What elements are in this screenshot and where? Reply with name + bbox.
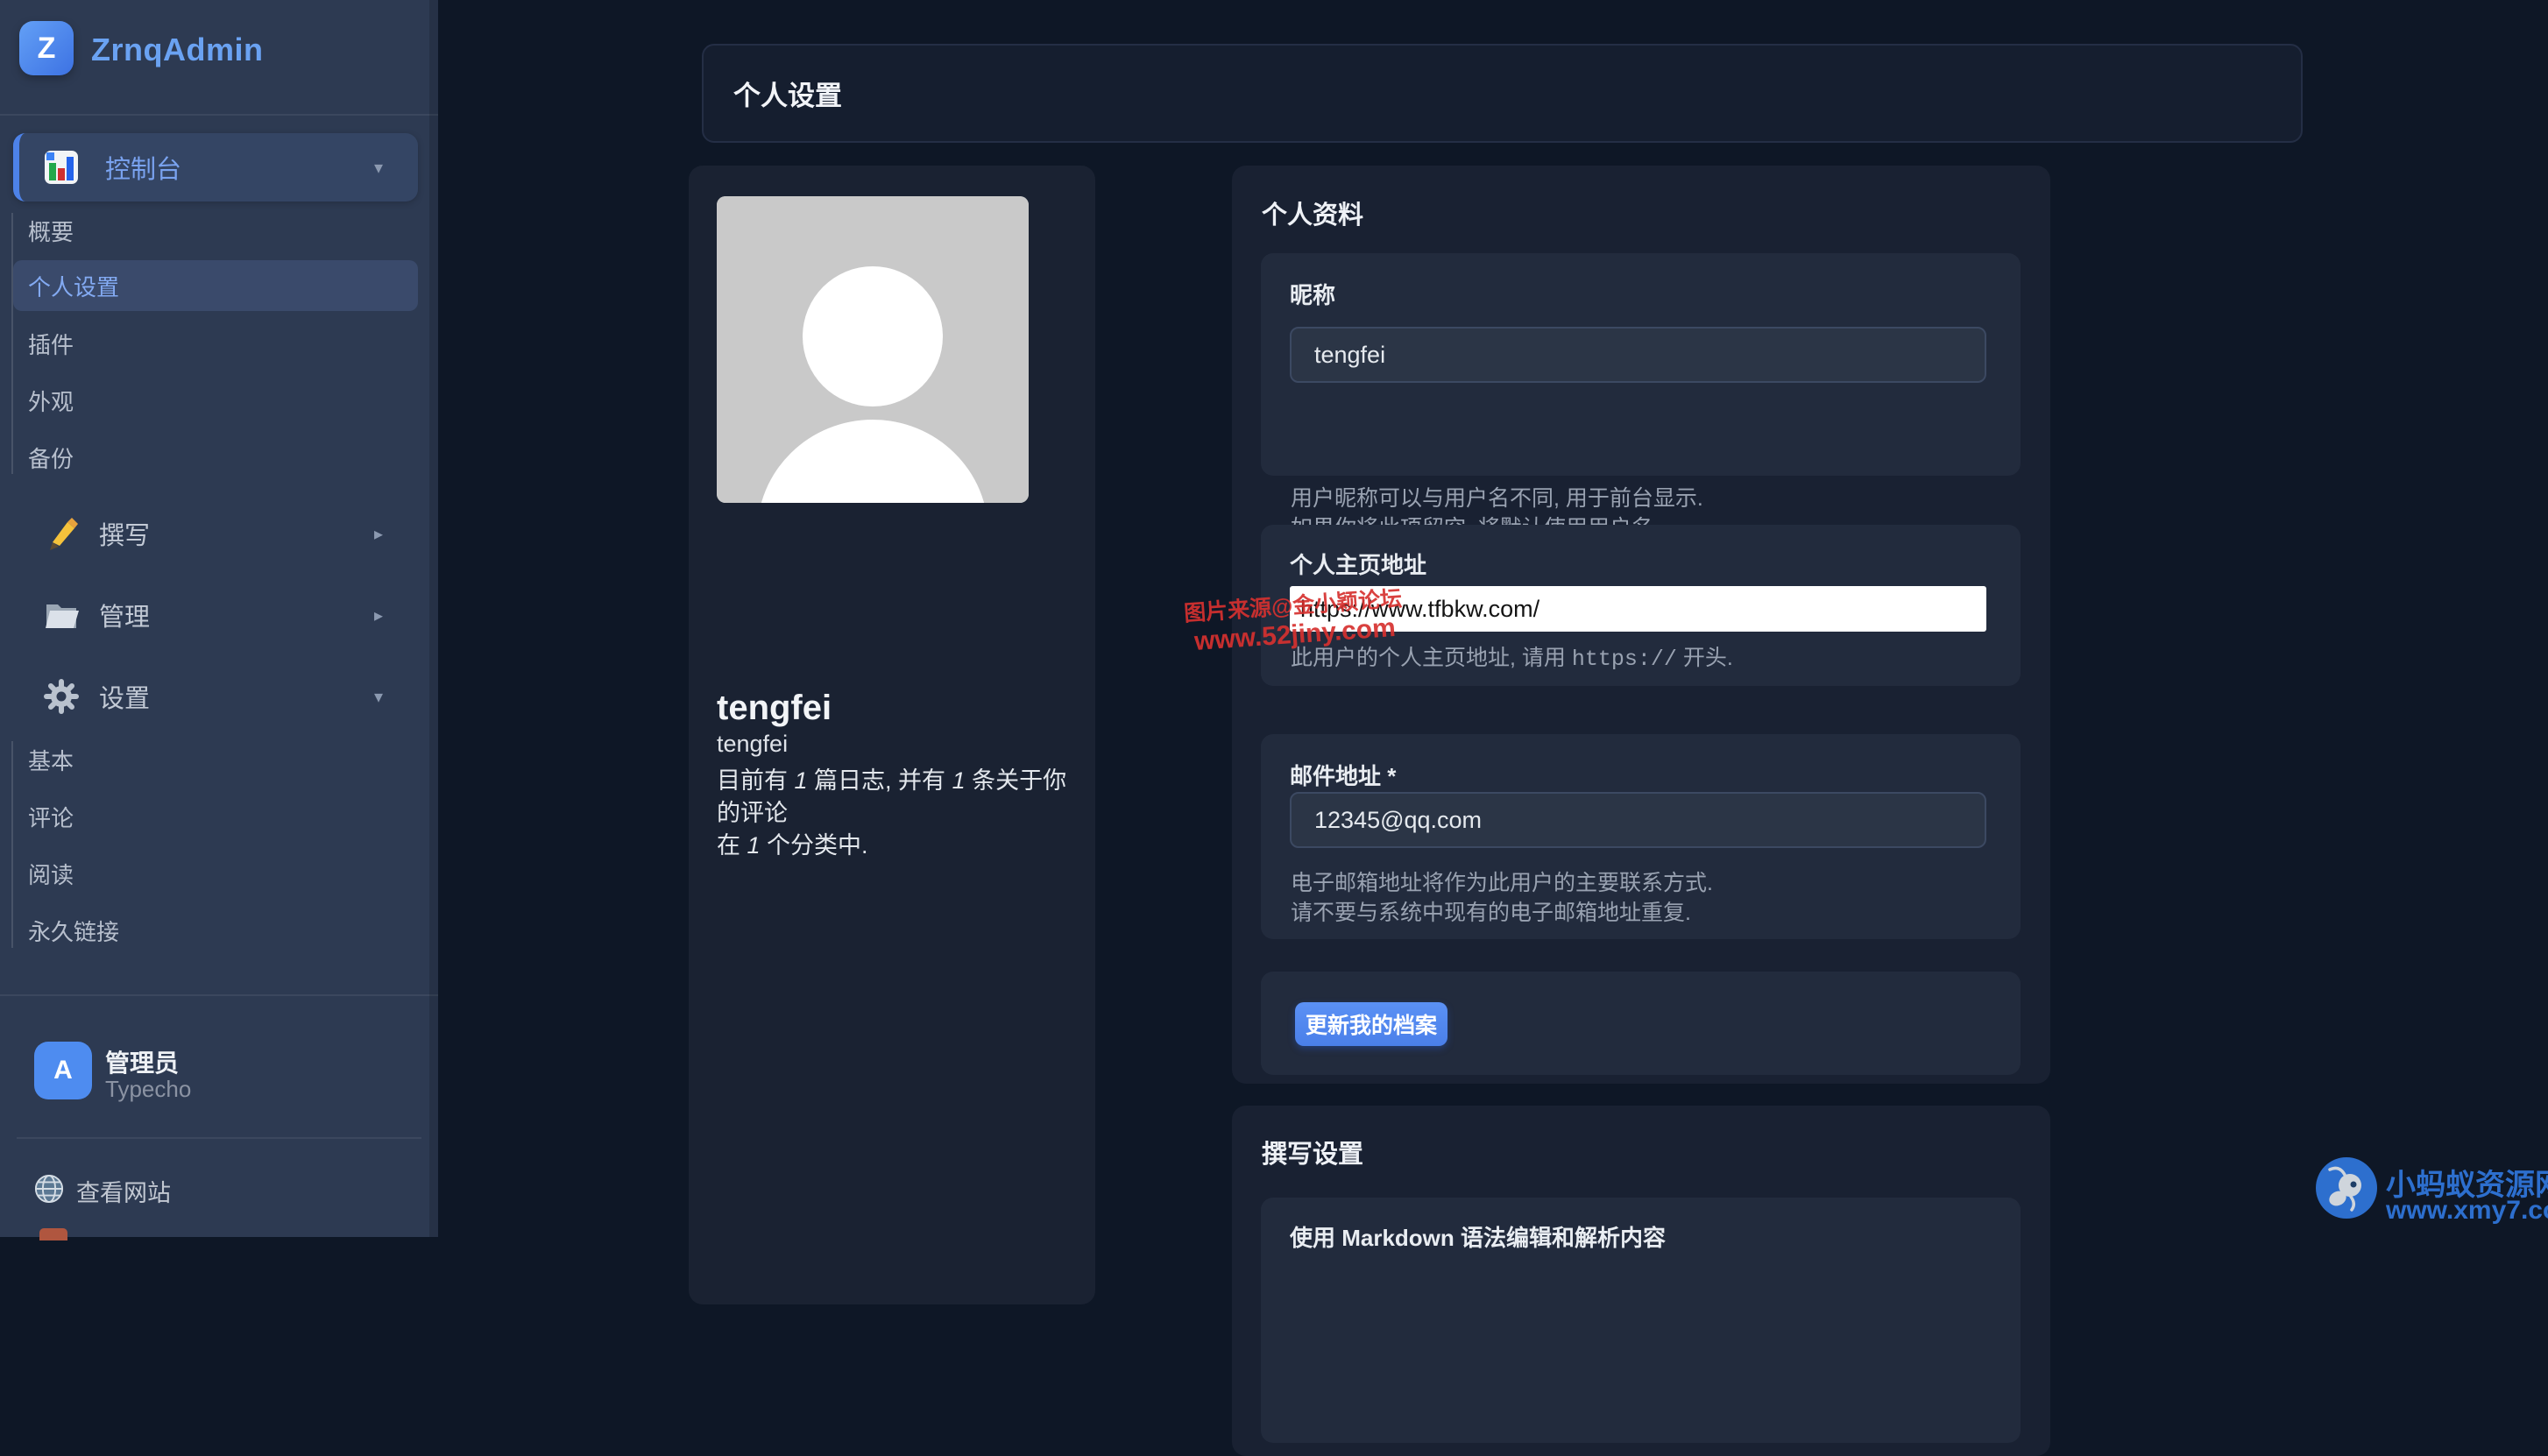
- sidebar-item-appearance[interactable]: 外观: [13, 375, 418, 426]
- view-site-label: 查看网站: [76, 1174, 171, 1208]
- profile-display-name: tengfei: [717, 689, 832, 728]
- pencil-icon: [42, 514, 81, 553]
- divider: [0, 994, 438, 996]
- brand-logo-letter: Z: [38, 32, 56, 66]
- sidebar-group-console[interactable]: 控制台 ▾: [13, 133, 418, 201]
- section-heading-profile: 个人资料: [1262, 194, 1363, 231]
- homepage-help-code: https://: [1572, 647, 1677, 672]
- folder-icon: [42, 596, 81, 634]
- email-help-2: 请不要与系统中现有的电子邮箱地址重复.: [1291, 895, 1691, 927]
- stats-count-posts: 1: [795, 767, 808, 794]
- chevron-down-icon: ▾: [374, 157, 383, 179]
- avatar: A: [34, 1042, 92, 1099]
- homepage-help: 此用户的个人主页地址, 请用 https:// 开头.: [1291, 640, 1733, 672]
- page-header-card: 个人设置: [702, 44, 2303, 143]
- profile-username: tengfei: [717, 731, 788, 758]
- divider: [17, 1137, 421, 1139]
- email-label: 邮件地址 *: [1290, 759, 1396, 791]
- sidebar-item-label: 永久链接: [28, 915, 119, 947]
- sidebar-item-plugins[interactable]: 插件: [13, 318, 418, 369]
- page-title: 个人设置: [733, 74, 842, 113]
- sidebar-group-label: 管理: [99, 597, 150, 633]
- sidebar-item-label: 基本: [28, 744, 74, 776]
- homepage-label: 个人主页地址: [1290, 548, 1426, 580]
- homepage-field-card: 个人主页地址 此用户的个人主页地址, 请用 https:// 开头.: [1261, 525, 2021, 686]
- sidebar-group-label: 控制台: [105, 149, 181, 186]
- submit-card: 更新我的档案: [1261, 972, 2021, 1075]
- sidebar-group-manage[interactable]: 管理 ▸: [13, 581, 418, 649]
- sidebar-item-label: 外观: [28, 385, 74, 417]
- bar-chart-icon: [42, 148, 81, 187]
- gear-icon: [42, 677, 81, 716]
- sidebar-item-label: 个人设置: [28, 270, 119, 302]
- logout-icon[interactable]: [39, 1228, 67, 1240]
- nickname-label: 昵称: [1290, 278, 1335, 310]
- stats-text: 目前有: [717, 767, 795, 794]
- nickname-help-1: 用户昵称可以与用户名不同, 用于前台显示.: [1291, 481, 1703, 512]
- sidebar-group-settings[interactable]: 设置 ▾: [13, 662, 418, 731]
- sidebar-item-label: 阅读: [28, 858, 74, 890]
- stats-count-comments: 1: [952, 767, 966, 794]
- markdown-field-card: 使用 Markdown 语法编辑和解析内容: [1261, 1198, 2021, 1443]
- email-help-1: 电子邮箱地址将作为此用户的主要联系方式.: [1291, 866, 1713, 897]
- watermark-site: 小蚂蚁资源网 www.xmy7.com: [2316, 1157, 2377, 1223]
- sidebar-item-basic[interactable]: 基本: [13, 734, 418, 785]
- sidebar-item-label: 备份: [28, 442, 74, 474]
- sidebar-item-label: 概要: [28, 215, 74, 247]
- sidebar-item-reading[interactable]: 阅读: [13, 848, 418, 899]
- view-site-link[interactable]: 查看网站: [34, 1174, 171, 1208]
- stats-text: 在: [717, 832, 747, 859]
- nickname-field-card: 昵称 用户昵称可以与用户名不同, 用于前台显示. 如果你将此项留空, 将默认使用…: [1261, 253, 2021, 476]
- homepage-input[interactable]: [1290, 586, 1986, 632]
- chevron-right-icon: ▸: [374, 523, 383, 545]
- sidebar-item-backup[interactable]: 备份: [13, 432, 418, 483]
- sidebar-item-personal-settings[interactable]: 个人设置: [13, 260, 418, 311]
- section-heading-writing: 撰写设置: [1262, 1134, 1363, 1170]
- sidebar-item-comments[interactable]: 评论: [13, 791, 418, 842]
- sidebar-item-permalinks[interactable]: 永久链接: [13, 905, 418, 956]
- sidebar: Z ZrnqAdmin 控制台 ▾ 概要 个人设置 插件 外观 备份: [0, 0, 438, 1237]
- profile-stats: 目前有 1 篇日志, 并有 1 条关于你的评论 在 1 个分类中.: [717, 765, 1076, 862]
- stats-text: 篇日志, 并有: [808, 767, 952, 794]
- sidebar-scrollbar[interactable]: [429, 0, 438, 1237]
- email-field-card: 邮件地址 * 电子邮箱地址将作为此用户的主要联系方式. 请不要与系统中现有的电子…: [1261, 734, 2021, 939]
- email-input[interactable]: [1290, 792, 1986, 848]
- user-platform: Typecho: [105, 1076, 191, 1103]
- avatar-letter: A: [53, 1056, 73, 1085]
- sidebar-item-label: 插件: [28, 328, 74, 360]
- writing-settings-panel: 撰写设置 使用 Markdown 语法编辑和解析内容: [1232, 1106, 2050, 1456]
- profile-form-panel: 个人资料 昵称 用户昵称可以与用户名不同, 用于前台显示. 如果你将此项留空, …: [1232, 166, 2050, 1084]
- homepage-help-prefix: 此用户的个人主页地址, 请用: [1291, 646, 1572, 670]
- user-name: 管理员: [105, 1044, 179, 1079]
- brand-logo: Z: [19, 21, 74, 75]
- homepage-help-suffix: 开头.: [1677, 646, 1733, 670]
- stats-text: 个分类中.: [761, 832, 868, 859]
- globe-icon: [34, 1174, 64, 1208]
- sidebar-group-label: 设置: [99, 678, 150, 715]
- sidebar-group-label: 撰写: [99, 515, 150, 552]
- nickname-input[interactable]: [1290, 327, 1986, 383]
- ant-logo-icon: [2316, 1207, 2377, 1222]
- profile-summary-card: tengfei tengfei 目前有 1 篇日志, 并有 1 条关于你的评论 …: [689, 166, 1095, 1304]
- divider: [0, 114, 438, 116]
- sidebar-item-label: 评论: [28, 801, 74, 833]
- brand-title: ZrnqAdmin: [91, 32, 263, 68]
- chevron-right-icon: ▸: [374, 604, 383, 626]
- update-profile-button[interactable]: 更新我的档案: [1295, 1002, 1447, 1046]
- watermark-site-url: www.xmy7.com: [2386, 1196, 2548, 1226]
- profile-avatar-placeholder: [717, 196, 1029, 503]
- chevron-down-icon: ▾: [374, 686, 383, 708]
- sidebar-item-overview[interactable]: 概要: [13, 205, 418, 256]
- stats-count-categories: 1: [747, 832, 761, 859]
- sidebar-group-write[interactable]: 撰写 ▸: [13, 499, 418, 568]
